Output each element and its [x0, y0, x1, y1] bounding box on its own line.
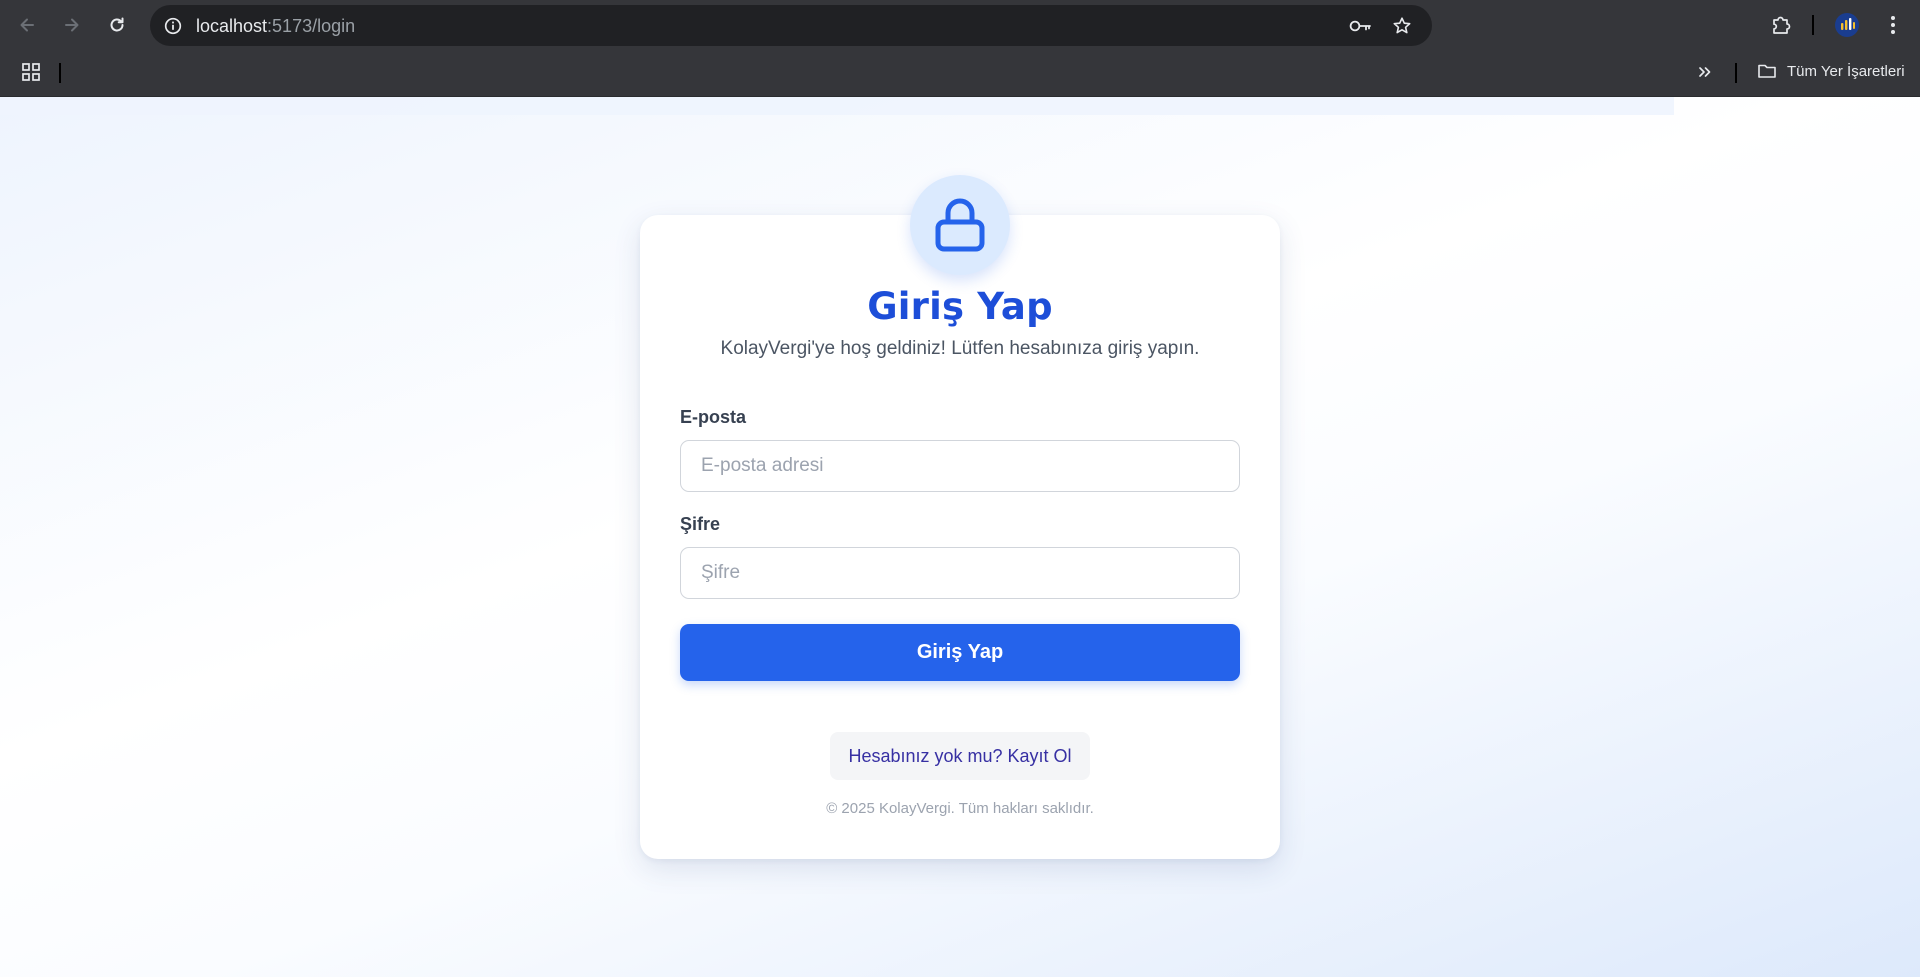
profile-avatar [1835, 13, 1859, 37]
profile-button[interactable] [1834, 12, 1860, 38]
kebab-menu-icon [1891, 16, 1895, 34]
apps-grid-icon [22, 63, 40, 81]
address-bar[interactable]: localhost:5173/login [150, 5, 1432, 46]
folder-icon [1758, 64, 1776, 78]
arrow-right-icon [65, 18, 79, 32]
bookmarks-separator-left [59, 63, 61, 83]
password-field[interactable] [680, 547, 1240, 599]
url-text: localhost:5173/login [196, 16, 355, 37]
all-bookmarks-folder[interactable]: Tüm Yer İşaretleri [1757, 62, 1905, 80]
bookmarks-separator-right [1735, 63, 1737, 83]
login-submit-button[interactable]: Giriş Yap [680, 624, 1240, 681]
page-title: Giriş Yap [867, 285, 1053, 328]
email-label: E-posta [680, 407, 747, 427]
url-host: localhost [196, 16, 268, 36]
info-icon [164, 17, 181, 34]
apps-button[interactable] [21, 62, 43, 84]
site-info-button[interactable] [162, 15, 183, 36]
bookmarks-bar: Tüm Yer İşaretleri [0, 49, 1920, 97]
bookmark-star-button[interactable] [1390, 14, 1414, 38]
register-link-button[interactable]: Hesabınız yok mu? Kayıt Ol [830, 732, 1090, 780]
puzzle-icon [1773, 16, 1791, 34]
key-icon [1349, 20, 1371, 31]
all-bookmarks-label: Tüm Yer İşaretleri [1787, 62, 1905, 80]
page-subtitle: KolayVergi'ye hoş geldiniz! Lütfen hesab… [720, 338, 1200, 359]
browser-menu-button[interactable] [1880, 12, 1906, 38]
email-field[interactable] [680, 440, 1240, 492]
page-top-band [0, 97, 1674, 115]
star-icon [1393, 17, 1411, 34]
browser-toolbar: localhost:5173/login [0, 0, 1920, 49]
reload-button[interactable] [104, 12, 130, 38]
toolbar-separator [1812, 15, 1814, 35]
extensions-button[interactable] [1768, 12, 1794, 38]
lock-icon [935, 198, 985, 252]
password-manager-button[interactable] [1348, 15, 1374, 36]
url-path: :5173/login [267, 16, 356, 36]
bookmarks-overflow-button[interactable] [1696, 63, 1718, 85]
copyright-footer: © 2025 KolayVergi. Tüm hakları saklıdır. [826, 800, 1094, 817]
lock-badge [910, 175, 1010, 275]
login-page: Giriş Yap KolayVergi'ye hoş geldiniz! Lü… [0, 97, 1920, 977]
forward-button[interactable] [59, 12, 85, 38]
double-chevron-right-icon [1699, 67, 1711, 77]
reload-icon [110, 17, 124, 32]
arrow-left-icon [20, 18, 34, 32]
password-label: Şifre [680, 514, 721, 534]
back-button[interactable] [14, 12, 40, 38]
